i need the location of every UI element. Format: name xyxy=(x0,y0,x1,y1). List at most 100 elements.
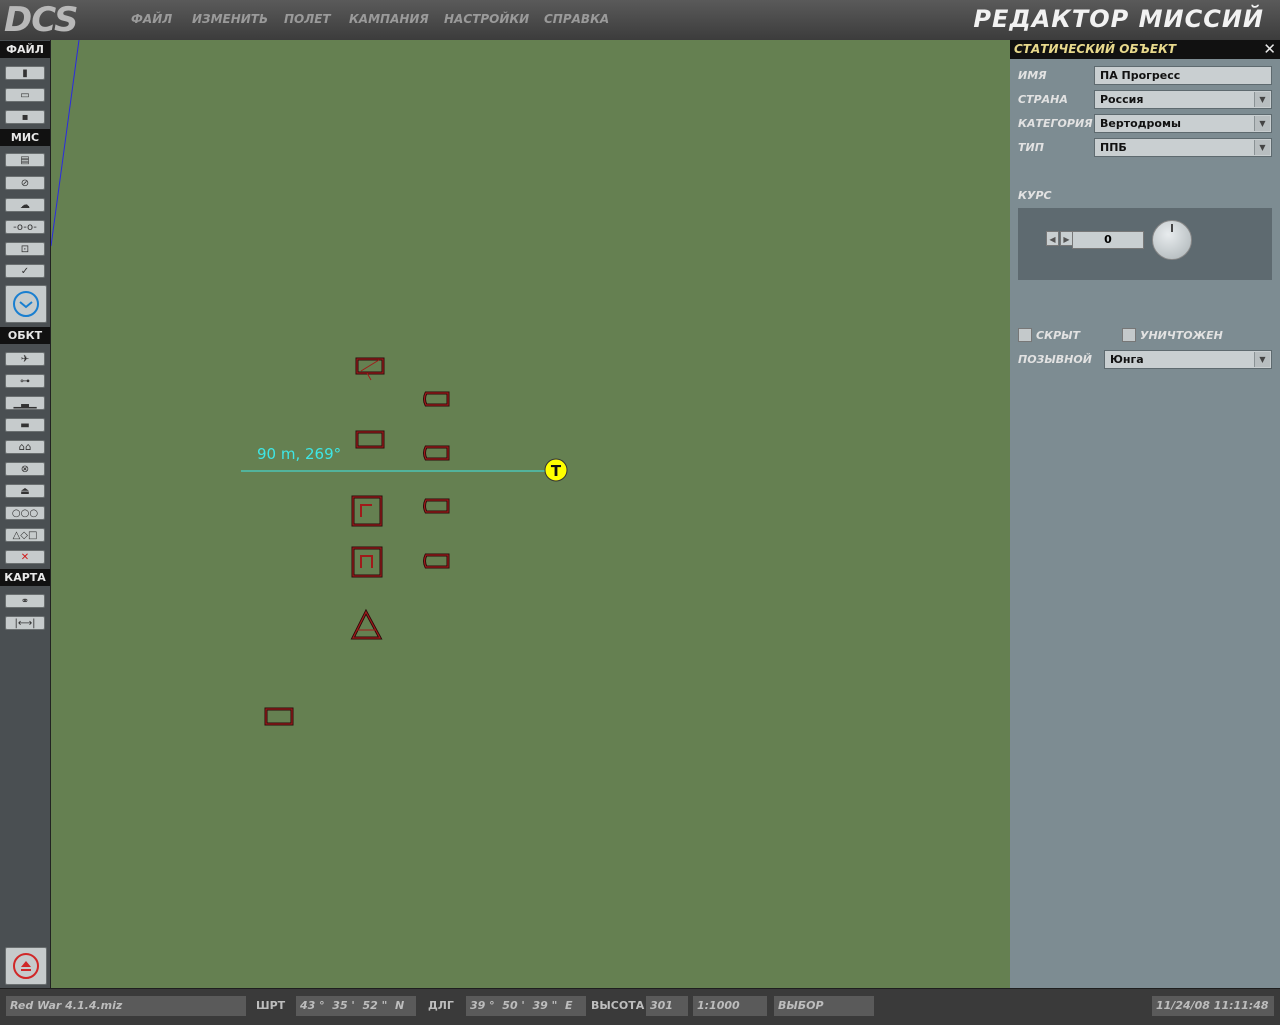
shapes-icon: △◇□ xyxy=(12,529,38,541)
object-box-2[interactable] xyxy=(264,707,294,726)
ruler-icon: |⟷| xyxy=(14,617,36,629)
object-tank-3[interactable] xyxy=(423,498,450,514)
template-button[interactable]: ○○○ xyxy=(5,506,45,520)
category-label: КАТЕГОРИЯ xyxy=(1018,117,1093,130)
exit-button[interactable] xyxy=(5,947,47,985)
menu-edit[interactable]: ИЗМЕНИТЬ xyxy=(192,12,268,26)
open-folder-icon: ▭ xyxy=(20,89,30,101)
menu-file[interactable]: ФАЙЛ xyxy=(131,12,172,26)
zone-icon: ⊡ xyxy=(20,243,30,255)
save-file-button[interactable]: ▪ xyxy=(5,110,45,124)
target-icon: ⊗ xyxy=(20,463,30,475)
heading-input[interactable]: 0 xyxy=(1072,231,1144,249)
dcs-logo: DCS xyxy=(4,0,78,40)
destroyed-checkbox[interactable] xyxy=(1122,328,1136,342)
ship-button[interactable]: ▁▃▁ xyxy=(5,396,45,410)
delete-button[interactable]: ✕ xyxy=(5,550,45,564)
time-button[interactable] xyxy=(5,285,47,323)
object-tank-1[interactable] xyxy=(423,391,450,407)
object-g-building[interactable] xyxy=(351,495,383,527)
heading-knob[interactable] xyxy=(1152,220,1192,260)
latitude-value: 43 ° 35 ' 52 " N xyxy=(296,996,416,1016)
object-tower[interactable] xyxy=(350,608,383,640)
status-bar: Red War 4.1.4.miz ШРТ 43 ° 35 ' 52 " N Д… xyxy=(0,988,1280,1025)
edit-mode: ВЫБОР xyxy=(774,996,874,1016)
category-value: Вертодромы xyxy=(1100,117,1181,130)
binoculars-icon: ⚭ xyxy=(20,595,30,607)
zone-button[interactable]: ⊡ xyxy=(5,242,45,256)
name-input[interactable]: ПА Прогресс xyxy=(1094,66,1272,85)
briefing-button[interactable]: ▤ xyxy=(5,153,45,167)
trigger-icon: -o-o- xyxy=(13,221,37,233)
static-object-button[interactable]: ⌂⌂ xyxy=(5,440,45,454)
knob-indicator xyxy=(1171,224,1173,232)
type-value: ППБ xyxy=(1100,141,1127,154)
menu-flight[interactable]: ПОЛЕТ xyxy=(284,12,331,26)
marker-letter: Т xyxy=(551,462,562,480)
mine-button[interactable]: ⏏ xyxy=(5,484,45,498)
arrow-right-icon: ▶ xyxy=(1063,235,1070,244)
longitude-label: ДЛГ xyxy=(428,999,454,1012)
eject-icon xyxy=(13,953,39,979)
menu-help[interactable]: СПРАВКА xyxy=(544,12,609,26)
target-button[interactable]: ⊗ xyxy=(5,462,45,476)
object-truck[interactable] xyxy=(355,357,385,381)
ship-icon: ▁▃▁ xyxy=(13,397,37,409)
heading-control: ◀ ▶ 0 xyxy=(1018,208,1272,280)
helicopter-button[interactable]: ⊶ xyxy=(5,374,45,388)
menu-settings[interactable]: НАСТРОЙКИ xyxy=(444,12,529,26)
country-select[interactable]: Россия ▼ xyxy=(1094,90,1272,109)
measure-label: 90 m, 269° xyxy=(257,445,342,463)
arrow-left-icon: ◀ xyxy=(1049,235,1056,244)
no-entry-button[interactable]: ⊘ xyxy=(5,176,45,190)
ruler-button[interactable]: |⟷| xyxy=(5,616,45,630)
tank-icon: ▬ xyxy=(20,419,30,431)
properties-panel: СТАТИЧЕСКИЙ ОБЪЕКТ ✕ ИМЯ ПА Прогресс СТР… xyxy=(1010,40,1280,988)
top-bar: DCS ФАЙЛ ИЗМЕНИТЬ ПОЛЕТ КАМПАНИЯ НАСТРОЙ… xyxy=(0,0,1280,41)
template-icon: ○○○ xyxy=(11,507,39,519)
airplane-icon: ✈ xyxy=(20,353,30,365)
airplane-button[interactable]: ✈ xyxy=(5,352,45,366)
close-icon[interactable]: ✕ xyxy=(1263,40,1276,59)
section-mission: МИС xyxy=(0,129,50,146)
heading-label: КУРС xyxy=(1018,189,1052,202)
mission-file-name: Red War 4.1.4.miz xyxy=(6,996,246,1016)
check-button[interactable]: ✓ xyxy=(5,264,45,278)
heading-decrease-button[interactable]: ◀ xyxy=(1046,231,1059,246)
destroyed-label: УНИЧТОЖЕН xyxy=(1140,329,1223,342)
shapes-button[interactable]: △◇□ xyxy=(5,528,45,542)
hidden-checkbox[interactable] xyxy=(1018,328,1032,342)
object-tank-2[interactable] xyxy=(423,445,450,461)
open-file-button[interactable]: ▭ xyxy=(5,88,45,102)
tank-button[interactable]: ▬ xyxy=(5,418,45,432)
app-title: РЕДАКТОР МИССИЙ xyxy=(973,5,1264,33)
selected-object-marker[interactable]: Т xyxy=(544,458,568,482)
section-file: ФАЙЛ xyxy=(0,41,50,58)
weather-button[interactable]: ☁ xyxy=(5,198,45,212)
chevron-down-icon[interactable]: ▼ xyxy=(1254,352,1270,367)
helicopter-icon: ⊶ xyxy=(20,375,30,387)
object-p-building[interactable] xyxy=(351,546,383,578)
callsign-value: Юнга xyxy=(1110,353,1144,366)
new-file-icon: ▮ xyxy=(22,67,28,79)
chevron-down-icon[interactable]: ▼ xyxy=(1254,92,1270,107)
chevron-down-icon[interactable]: ▼ xyxy=(1254,140,1270,155)
object-box-1[interactable] xyxy=(355,430,385,449)
map-canvas[interactable]: Т xyxy=(51,40,1010,988)
category-select[interactable]: Вертодромы ▼ xyxy=(1094,114,1272,133)
map-view[interactable]: Т 90 m, 269° xyxy=(51,40,1010,988)
mission-datetime: 11/24/08 11:11:48 xyxy=(1152,996,1274,1016)
name-label: ИМЯ xyxy=(1018,69,1047,82)
object-tank-4[interactable] xyxy=(423,553,450,569)
type-select[interactable]: ППБ ▼ xyxy=(1094,138,1272,157)
trigger-button[interactable]: -o-o- xyxy=(5,220,45,234)
chevron-down-icon[interactable]: ▼ xyxy=(1254,116,1270,131)
no-entry-icon: ⊘ xyxy=(20,177,30,189)
section-objects: ОБКТ xyxy=(0,327,50,344)
menu-campaign[interactable]: КАМПАНИЯ xyxy=(349,12,429,26)
new-file-button[interactable]: ▮ xyxy=(5,66,45,80)
binoculars-button[interactable]: ⚭ xyxy=(5,594,45,608)
map-scale: 1:1000 xyxy=(693,996,767,1016)
country-label: СТРАНА xyxy=(1018,93,1068,106)
callsign-select[interactable]: Юнга ▼ xyxy=(1104,350,1272,369)
